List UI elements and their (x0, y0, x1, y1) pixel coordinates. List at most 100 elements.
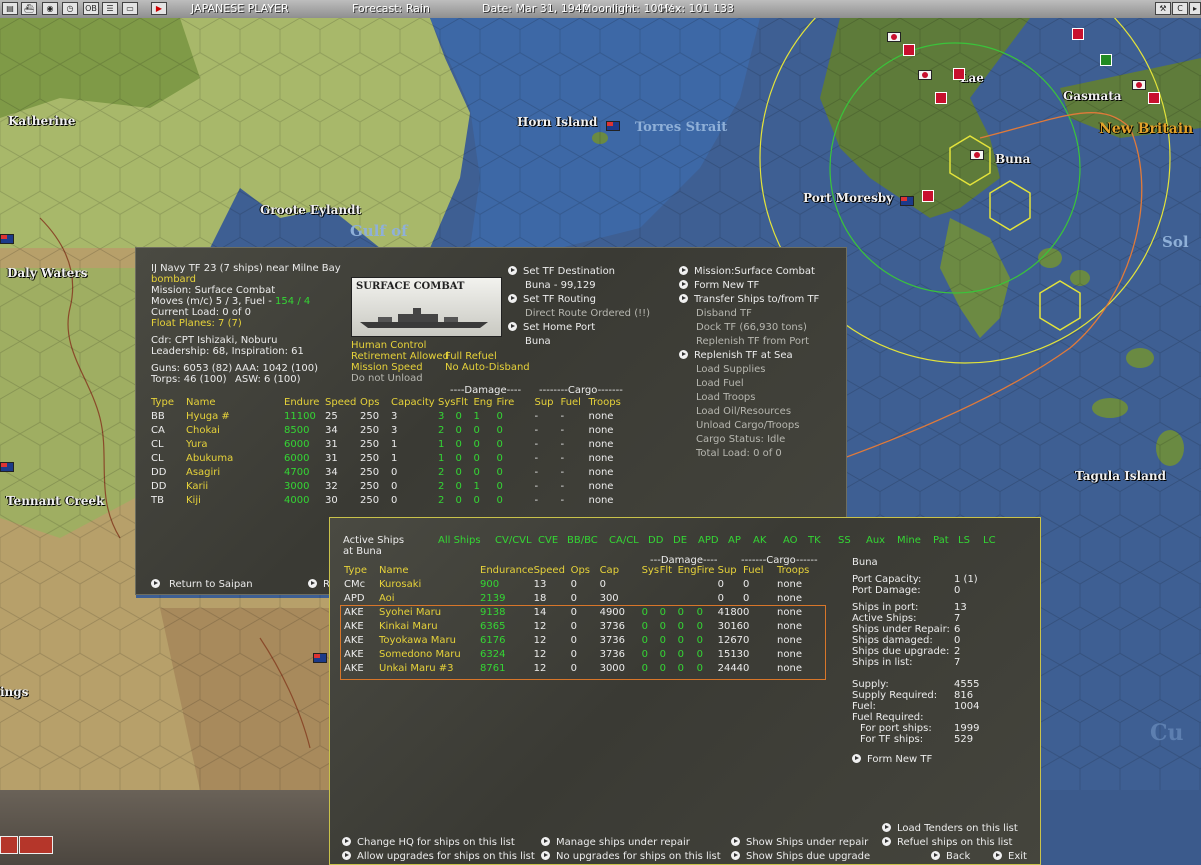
filter-tab-ss[interactable]: SS (838, 534, 851, 547)
port-column-header[interactable]: Ops (571, 564, 600, 578)
filter-tab-cv-cvl[interactable]: CV/CVL (495, 534, 532, 547)
japanese-base-icon[interactable] (1148, 92, 1160, 104)
show-repair-button[interactable]: Show Ships under repair (731, 836, 868, 849)
tf-ship-row[interactable]: DD Karii 3000 32 250 0 2 0 1 0- - none (151, 480, 628, 494)
refuel-button[interactable]: Refuel ships on this list (882, 836, 1012, 849)
replenish-sea-button[interactable]: Replenish TF at Sea (679, 349, 793, 362)
tf-ship-row[interactable]: CL Yura 6000 31 250 1 1 0 0 0- - none (151, 438, 628, 452)
disband-tf-button[interactable]: Disband TF (696, 307, 752, 320)
filter-tab-dd[interactable]: DD (648, 534, 663, 547)
tf-column-header[interactable]: Eng (473, 396, 496, 410)
play-turn-icon[interactable]: ▶ (151, 2, 167, 15)
port-column-header[interactable]: Sys (642, 564, 660, 578)
tf-ship-cell[interactable]: Karii (186, 480, 284, 494)
port-form-new-tf-button[interactable]: Form New TF (852, 753, 932, 766)
allied-base-icon[interactable] (900, 196, 914, 206)
port-ship-row[interactable]: CMc Kurosaki 900 13 0 0 0 0 none (344, 578, 817, 592)
port-column-header[interactable]: Fire (697, 564, 718, 578)
japanese-unit-icon[interactable] (887, 32, 901, 42)
mission-button[interactable]: Mission:Surface Combat (679, 265, 815, 278)
filter-tab-cve[interactable]: CVE (538, 534, 558, 547)
filter-tab-lc[interactable]: LC (983, 534, 996, 547)
allied-base-icon[interactable] (0, 462, 14, 472)
unload-cargo-button[interactable]: Unload Cargo/Troops (696, 419, 799, 432)
tf-column-header[interactable]: Ops (360, 396, 391, 410)
filter-tab-tk[interactable]: TK (808, 534, 821, 547)
filter-tab-pat[interactable]: Pat (933, 534, 949, 547)
tf-column-header[interactable]: Endure (284, 396, 325, 410)
ship-toggle-icon[interactable] (19, 836, 53, 854)
tf-ship-row[interactable]: CL Abukuma 6000 31 250 1 1 0 0 0- - none (151, 452, 628, 466)
tf-ship-row[interactable]: TB Kiji 4000 30 250 0 2 0 0 0- - none (151, 494, 628, 508)
set-destination-button[interactable]: Set TF Destination (508, 265, 615, 278)
tf-column-header[interactable]: Fire (496, 396, 534, 410)
tf-column-header[interactable]: Type (151, 396, 186, 410)
port-ship-row[interactable]: APD Aoi 2139 18 0 300 0 0 none (344, 592, 817, 606)
port-column-header[interactable]: Speed (534, 564, 571, 578)
stack-icon[interactable]: ▤ (2, 2, 18, 15)
filter-tab-de[interactable]: DE (673, 534, 687, 547)
japanese-unit-icon[interactable] (1132, 80, 1146, 90)
filter-tab-ao[interactable]: AO (783, 534, 798, 547)
tf-ship-row[interactable]: BB Hyuga #11100 25 250 3 3 0 1 0- - none (151, 410, 628, 424)
tf-ship-cell[interactable]: Kiji (186, 494, 284, 508)
port-column-header[interactable]: Fuel (743, 564, 777, 578)
filter-tab-mine[interactable]: Mine (897, 534, 921, 547)
filter-tab-bb-bc[interactable]: BB/BC (567, 534, 598, 547)
change-hq-button[interactable]: Change HQ for ships on this list (342, 836, 515, 849)
form-new-tf-button[interactable]: Form New TF (679, 279, 759, 292)
ob-icon[interactable]: OB (83, 2, 99, 15)
exit-button[interactable]: Exit (993, 850, 1027, 863)
tf-column-header[interactable]: Name (186, 396, 284, 410)
tf-ship-cell[interactable]: Chokai (186, 424, 284, 438)
clock-icon[interactable]: ◷ (62, 2, 78, 15)
transfer-ships-button[interactable]: Transfer Ships to/from TF (679, 293, 819, 306)
tf-float-planes[interactable]: Float Planes: 7 (7) (151, 317, 242, 330)
tf-column-header[interactable]: Speed (325, 396, 360, 410)
ship-icon[interactable]: ⛴ (21, 2, 37, 15)
replenish-port-button[interactable]: Replenish TF from Port (696, 335, 809, 348)
set-home-port-button[interactable]: Set Home Port (508, 321, 595, 334)
manage-repair-button[interactable]: Manage ships under repair (541, 836, 690, 849)
allied-base-icon[interactable] (606, 121, 620, 131)
load-oil-button[interactable]: Load Oil/Resources (696, 405, 791, 418)
tf-ship-cell[interactable]: Abukuma (186, 452, 284, 466)
filter-tab-ak[interactable]: AK (753, 534, 766, 547)
port-column-header[interactable]: Type (344, 564, 379, 578)
filter-tab-ap[interactable]: AP (728, 534, 741, 547)
auto-disband-toggle[interactable]: No Auto-Disband (445, 361, 530, 374)
return-to-base-button[interactable]: Return to Saipan (151, 578, 253, 591)
globe-icon[interactable]: ◉ (42, 2, 58, 15)
tf-column-header[interactable]: Fuel (560, 396, 588, 410)
list-icon[interactable]: ☰ (102, 2, 118, 15)
tf-ship-cell[interactable]: Yura (186, 438, 284, 452)
port-ship-cell[interactable]: Kurosaki (379, 578, 480, 592)
tools-icon[interactable]: ⚒ (1155, 2, 1171, 15)
tf-ship-row[interactable]: DD Asagiri 4700 34 250 0 2 0 0 0- - none (151, 466, 628, 480)
window-icon[interactable]: ▭ (122, 2, 138, 15)
load-fuel-button[interactable]: Load Fuel (696, 377, 744, 390)
aircraft-toggle-icon[interactable] (0, 836, 18, 854)
port-column-header[interactable]: Sup (718, 564, 743, 578)
port-ship-cell[interactable]: Aoi (379, 592, 480, 606)
port-column-header[interactable]: Endurance (480, 564, 534, 578)
tf-column-header[interactable]: Flt (455, 396, 473, 410)
tf-ship-row[interactable]: CA Chokai 8500 34 250 3 2 0 0 0- - none (151, 424, 628, 438)
filter-tab-ls[interactable]: LS (958, 534, 970, 547)
unload-toggle[interactable]: Do not Unload (351, 372, 423, 385)
tf-column-header[interactable]: Capacity (391, 396, 438, 410)
partial-hidden-button[interactable]: R (308, 578, 330, 591)
load-supplies-button[interactable]: Load Supplies (696, 363, 765, 376)
allow-upgrades-button[interactable]: Allow upgrades for ships on this list (342, 850, 535, 863)
tf-column-header[interactable]: Sup (534, 396, 560, 410)
japanese-base-icon[interactable] (1072, 28, 1084, 40)
port-column-header[interactable]: Cap (600, 564, 642, 578)
no-upgrades-button[interactable]: No upgrades for ships on this list (541, 850, 721, 863)
tf-column-header[interactable]: Troops (588, 396, 628, 410)
japanese-base-icon[interactable] (935, 92, 947, 104)
port-column-header[interactable]: Flt (660, 564, 678, 578)
japanese-base-icon[interactable] (903, 44, 915, 56)
tf-ship-cell[interactable]: Hyuga # (186, 410, 284, 424)
dock-tf-button[interactable]: Dock TF (66,930 tons) (696, 321, 807, 334)
load-tenders-button[interactable]: Load Tenders on this list (882, 822, 1018, 835)
